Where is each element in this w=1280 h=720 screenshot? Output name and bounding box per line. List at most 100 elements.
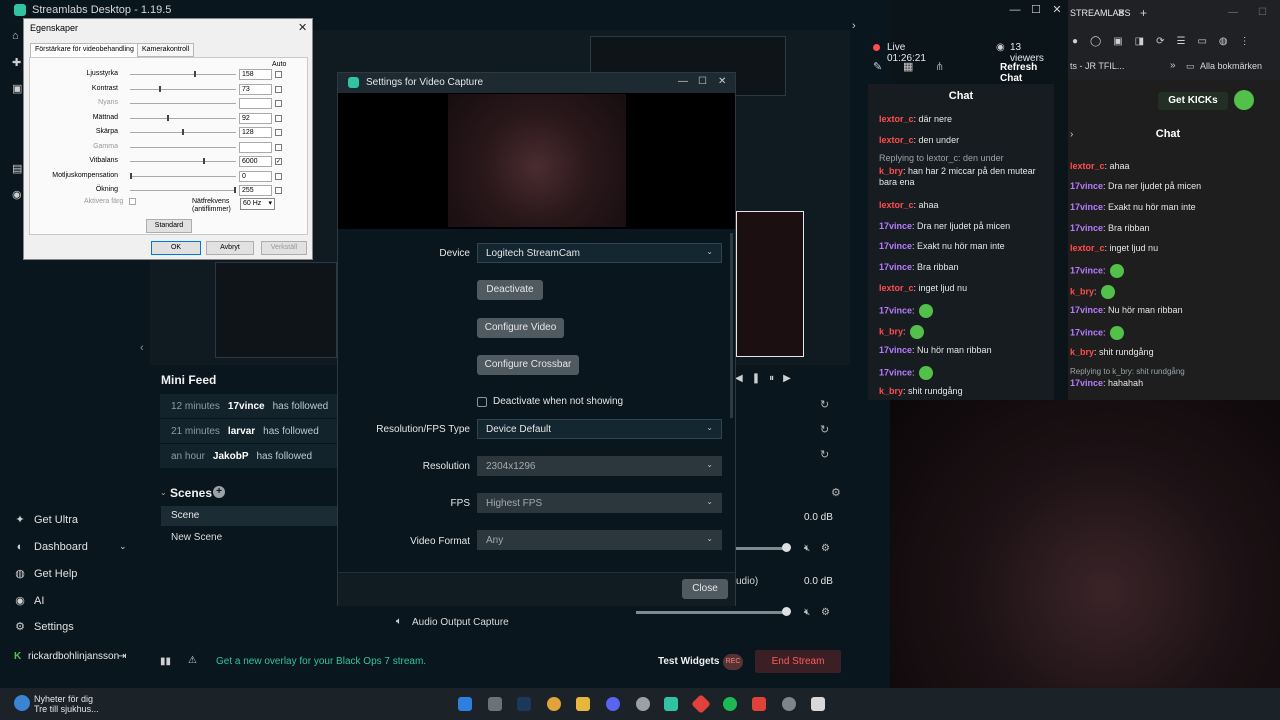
auto-checkbox[interactable] [275,129,282,136]
configure-video-button[interactable]: Configure Video [477,318,564,338]
property-slider[interactable] [130,74,236,75]
close-icon[interactable]: ✕ [298,21,307,34]
chat-username[interactable]: k_bry [1070,347,1094,357]
property-value-field[interactable] [239,98,272,109]
scene-item[interactable]: New Scene [171,532,222,543]
collapse-scenes-icon[interactable]: ⌄ [160,488,167,497]
fps-select[interactable]: Highest FPS ⌄ [477,493,722,513]
property-value-field[interactable] [239,142,272,153]
property-slider[interactable] [130,89,236,90]
feed-user[interactable]: larvar [228,426,255,437]
clip-icon[interactable]: ▦ [903,60,913,73]
app-icon[interactable] [636,697,650,711]
nav-ai[interactable]: ◉ AI [14,595,44,607]
bookmark-item[interactable]: ts - JR TFIL... [1070,61,1124,71]
property-slider[interactable] [130,147,236,148]
avatar[interactable] [1234,90,1254,110]
chat-username[interactable]: 17vince [1070,327,1103,337]
configure-crossbar-button[interactable]: Configure Crossbar [477,355,579,375]
property-value-field[interactable]: 255 [239,185,272,196]
chat-username[interactable]: lextor_c [879,200,914,210]
maximize-icon[interactable]: ☐ [1025,2,1047,18]
get-kicks-button[interactable]: Get KICKs [1158,92,1228,110]
rec-button[interactable]: REC [723,654,743,670]
standard-button[interactable]: Standard [146,219,192,233]
auto-checkbox[interactable] [275,71,282,78]
refresh-chat-button[interactable]: Refresh Chat [1000,62,1037,84]
weather-icon[interactable] [14,695,30,711]
streamlabs-icon[interactable] [664,697,678,711]
res-fps-type-select[interactable]: Device Default ⌄ [477,419,722,439]
chat-username[interactable]: lextor_c [1070,243,1105,253]
auto-checkbox[interactable] [275,187,282,194]
device-select[interactable]: Logitech StreamCam ⌄ [477,243,722,263]
ok-button[interactable]: OK [151,241,201,255]
chat-username[interactable]: lextor_c [879,283,914,293]
steam-icon[interactable] [517,697,531,711]
minimize-icon[interactable]: — [678,76,688,87]
minimize-icon[interactable]: — [1004,2,1026,18]
mute-icon[interactable]: 🔇︎ [804,543,810,554]
feed-user[interactable]: JakobP [213,451,249,462]
maximize-icon[interactable]: ☐ [1258,7,1267,18]
property-value-field[interactable]: 92 [239,113,272,124]
mixer-slider[interactable] [736,547,786,550]
minimize-icon[interactable]: — [1228,7,1238,18]
scrollbar[interactable] [730,233,733,418]
chat-username[interactable]: 17vince [1070,265,1103,275]
chevron-right-icon[interactable]: » [1170,60,1176,71]
chat-username[interactable]: k_bry [879,326,903,336]
resolution-select[interactable]: 2304x1296 ⌄ [477,456,722,476]
property-slider[interactable] [130,103,236,104]
enable-color-checkbox[interactable] [129,198,136,205]
chat-username[interactable]: lextor_c [1070,161,1105,171]
property-slider-thumb[interactable] [159,86,161,92]
window-app-icon[interactable] [811,697,825,711]
settings-app-icon[interactable] [782,697,796,711]
property-value-field[interactable]: 128 [239,127,272,138]
chat-username[interactable]: k_bry [1070,286,1094,296]
property-value-field[interactable]: 0 [239,171,272,182]
property-slider-thumb[interactable] [167,115,169,121]
auto-checkbox[interactable] [275,86,282,93]
chat-username[interactable]: lextor_c [879,114,914,124]
property-slider-thumb[interactable] [203,158,205,164]
chat-username[interactable]: 17vince [879,241,912,251]
video-format-select[interactable]: Any ⌄ [477,530,722,550]
nav-settings[interactable]: ⚙ Settings [14,621,74,633]
deactivate-button[interactable]: Deactivate [477,280,543,300]
browser-toolbar-icons[interactable]: ●◯▣◨⟳☰▭◍⋮ [1072,36,1272,48]
audio-source-item[interactable]: Audio Output Capture [412,617,509,628]
share-icon[interactable]: ⋔ [935,60,944,73]
maximize-icon[interactable]: ☐ [698,76,707,87]
mixer-slider[interactable] [636,611,786,614]
apply-button[interactable]: Verkställ [261,241,307,255]
mixer-cog-icon[interactable]: ⚙ [821,607,830,618]
close-icon[interactable]: ✕ [718,76,726,87]
auto-checkbox[interactable] [275,115,282,122]
edit-icon[interactable]: ✎ [873,60,882,73]
tab-camera-control[interactable]: Kamerakontroll [137,43,195,57]
close-tab-icon[interactable]: ✕ [1117,8,1125,19]
property-slider[interactable] [130,118,236,119]
overlay-promo-link[interactable]: Get a new overlay for your Black Ops 7 s… [216,656,426,667]
file-explorer-icon[interactable] [576,697,590,711]
chat-username[interactable]: k_bry [879,386,903,396]
replay-icon[interactable]: ↻ [820,423,829,436]
auto-checkbox[interactable] [275,144,282,151]
task-view-icon[interactable] [488,697,502,711]
chat-username[interactable]: 17vince [1070,202,1103,212]
auto-checkbox[interactable] [275,100,282,107]
chat-username[interactable]: 17vince [1070,378,1103,388]
power-line-select[interactable]: 60 Hz ▾ [240,198,275,210]
nav-get-help[interactable]: ◍ Get Help [14,568,77,580]
close-button[interactable]: Close [682,579,728,599]
property-value-field[interactable]: 6000 [239,156,272,167]
mixer-slider-thumb[interactable] [782,543,791,552]
collapse-left-icon[interactable]: ‹ [140,342,144,354]
chat-username[interactable]: 17vince [1070,223,1103,233]
chat-username[interactable]: lextor_c [879,135,914,145]
user-name[interactable]: rickardbohlinjansson [28,651,119,662]
spotify-icon[interactable] [723,697,737,711]
auto-checkbox[interactable] [275,173,282,180]
